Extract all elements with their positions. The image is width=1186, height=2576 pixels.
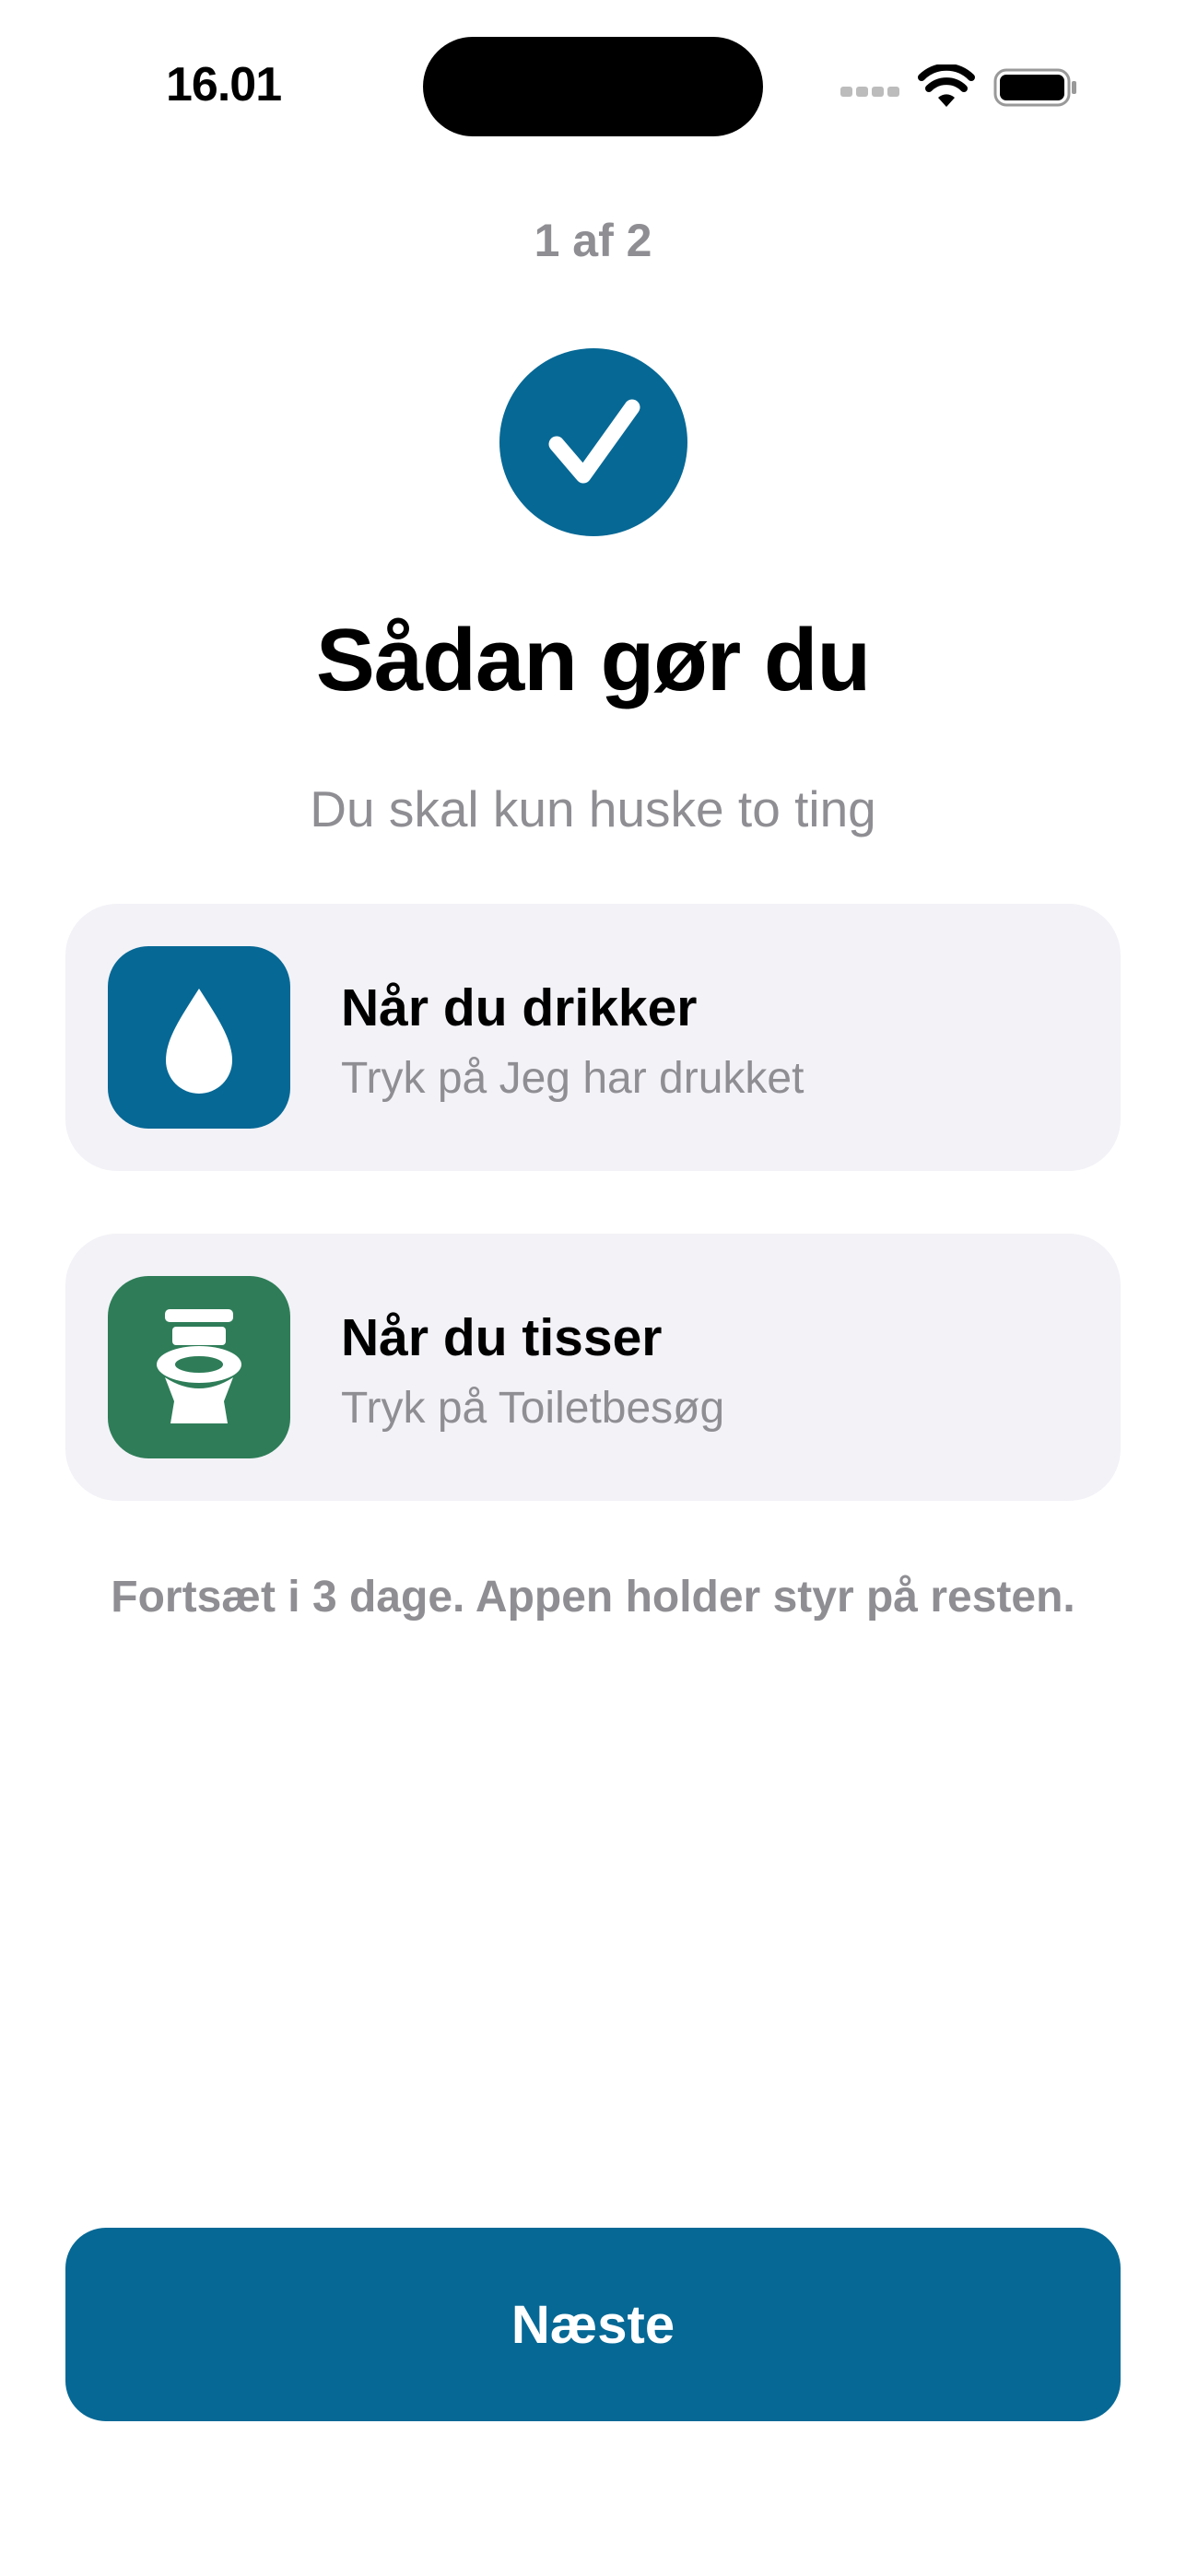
dynamic-island bbox=[423, 37, 763, 136]
status-time: 16.01 bbox=[166, 58, 282, 111]
instruction-card-toilet: Når du tisser Tryk på Toiletbesøg bbox=[65, 1234, 1121, 1501]
toilet-icon-tile bbox=[108, 1276, 290, 1458]
card-subtitle: Tryk på Toiletbesøg bbox=[341, 1384, 725, 1433]
footnote: Fortsæt i 3 dage. Appen holder styr på r… bbox=[111, 1573, 1075, 1622]
battery-icon bbox=[993, 68, 1076, 107]
wifi-icon bbox=[918, 64, 975, 107]
checkmark-icon bbox=[548, 399, 640, 484]
card-subtitle: Tryk på Jeg har drukket bbox=[341, 1054, 804, 1103]
card-title: Når du drikker bbox=[341, 978, 698, 1037]
step-indicator: 1 af 2 bbox=[534, 215, 652, 266]
cellular-signal-icon bbox=[840, 87, 903, 101]
next-button[interactable]: Næste bbox=[65, 2228, 1121, 2421]
page-subtitle: Du skal kun huske to ting bbox=[310, 780, 876, 837]
instruction-card-drink: Når du drikker Tryk på Jeg har drukket bbox=[65, 904, 1121, 1171]
drink-icon-tile bbox=[108, 946, 290, 1129]
page-title: Sådan gør du bbox=[315, 611, 871, 709]
checkmark-badge bbox=[499, 348, 687, 536]
water-drop-icon bbox=[166, 989, 232, 1094]
card-title: Når du tisser bbox=[341, 1308, 663, 1367]
toilet-icon bbox=[157, 1309, 241, 1423]
